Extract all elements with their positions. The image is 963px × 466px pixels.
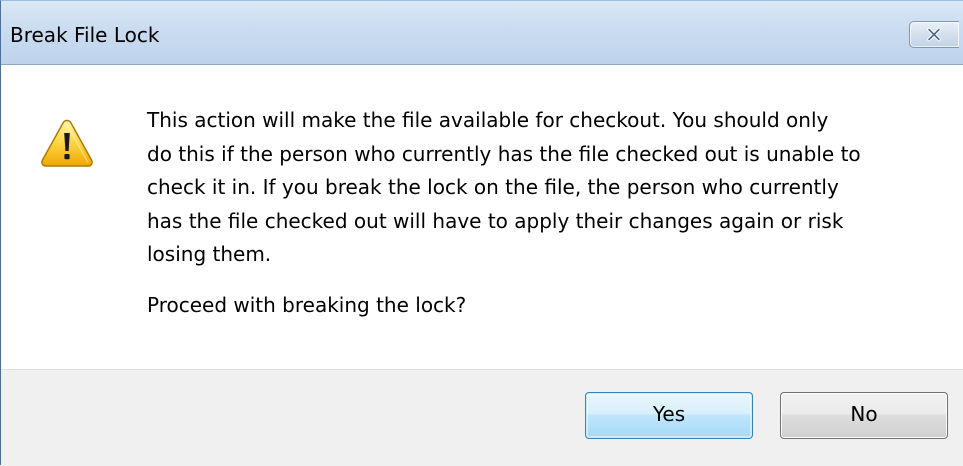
title-bar[interactable]: Break File Lock — [1, 1, 963, 65]
no-button[interactable]: No — [780, 392, 948, 439]
dialog-message: This action will make the file available… — [147, 108, 861, 267]
close-button[interactable] — [909, 21, 959, 48]
dialog-window: Break File Lock This action will make th… — [0, 0, 963, 466]
close-icon — [927, 27, 941, 42]
yes-button[interactable]: Yes — [585, 392, 753, 439]
dialog-question: Proceed with breaking the lock? — [147, 293, 467, 317]
dialog-title: Break File Lock — [10, 23, 160, 47]
warning-icon — [41, 119, 93, 167]
